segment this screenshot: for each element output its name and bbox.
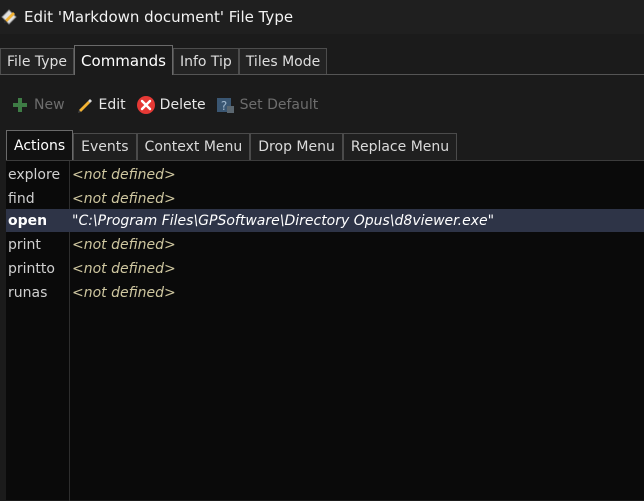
tab-tiles-mode[interactable]: Tiles Mode [238, 48, 328, 74]
list-item[interactable]: find <not defined> [6, 187, 644, 210]
set-default-button[interactable]: ? Set Default [216, 95, 319, 115]
action-name: runas [8, 284, 48, 301]
tab-replace-menu[interactable]: Replace Menu [342, 133, 458, 160]
action-name: open [8, 212, 48, 229]
tab-context-menu[interactable]: Context Menu [136, 133, 251, 160]
edit-button[interactable]: Edit [75, 95, 126, 115]
tab-commands[interactable]: Commands [74, 45, 173, 75]
svg-text:?: ? [220, 99, 226, 113]
action-command: <not defined> [72, 260, 176, 277]
pencil-icon [75, 95, 95, 115]
new-button[interactable]: New [10, 95, 65, 115]
list-item[interactable]: explore <not defined> [6, 163, 644, 186]
tab-drop-menu[interactable]: Drop Menu [250, 133, 343, 160]
actions-list[interactable]: explore <not defined> find <not defined>… [6, 160, 644, 501]
list-item[interactable]: printto <not defined> [6, 257, 644, 280]
tab-file-type[interactable]: File Type [0, 48, 75, 74]
window-title: Edit 'Markdown document' File Type [24, 8, 294, 26]
tab-info-tip[interactable]: Info Tip [172, 48, 239, 74]
edit-button-label: Edit [98, 97, 126, 113]
action-name: find [8, 190, 35, 207]
action-command: <not defined> [72, 190, 176, 207]
list-item-selected[interactable]: open "C:\Program Files\GPSoftware\Direct… [6, 209, 644, 232]
new-button-label: New [34, 97, 65, 113]
set-default-button-label: Set Default [239, 97, 319, 113]
action-command: <not defined> [72, 166, 176, 183]
delete-button-label: Delete [159, 97, 206, 113]
title-bar: Edit 'Markdown document' File Type [0, 0, 644, 34]
help-default-icon: ? [216, 95, 236, 115]
plus-icon [10, 95, 30, 115]
command-toolbar: New Edit Delete ? Set Default [0, 88, 644, 122]
inner-tab-bar: Actions Events Context Menu Drop Menu Re… [6, 130, 644, 160]
action-command: <not defined> [72, 284, 176, 301]
action-name: printto [8, 260, 55, 277]
delete-button[interactable]: Delete [136, 95, 206, 115]
list-item[interactable]: print <not defined> [6, 233, 644, 256]
outer-tab-bar: File Type Commands Info Tip Tiles Mode [0, 45, 644, 75]
x-circle-icon [136, 95, 156, 115]
action-name: print [8, 236, 41, 253]
action-command: "C:\Program Files\GPSoftware\Directory O… [72, 212, 495, 229]
tab-events[interactable]: Events [73, 133, 137, 160]
filetype-edit-icon [0, 8, 18, 26]
action-name: explore [8, 166, 61, 183]
action-command: <not defined> [72, 236, 176, 253]
tab-actions[interactable]: Actions [6, 130, 74, 160]
list-item[interactable]: runas <not defined> [6, 281, 644, 304]
